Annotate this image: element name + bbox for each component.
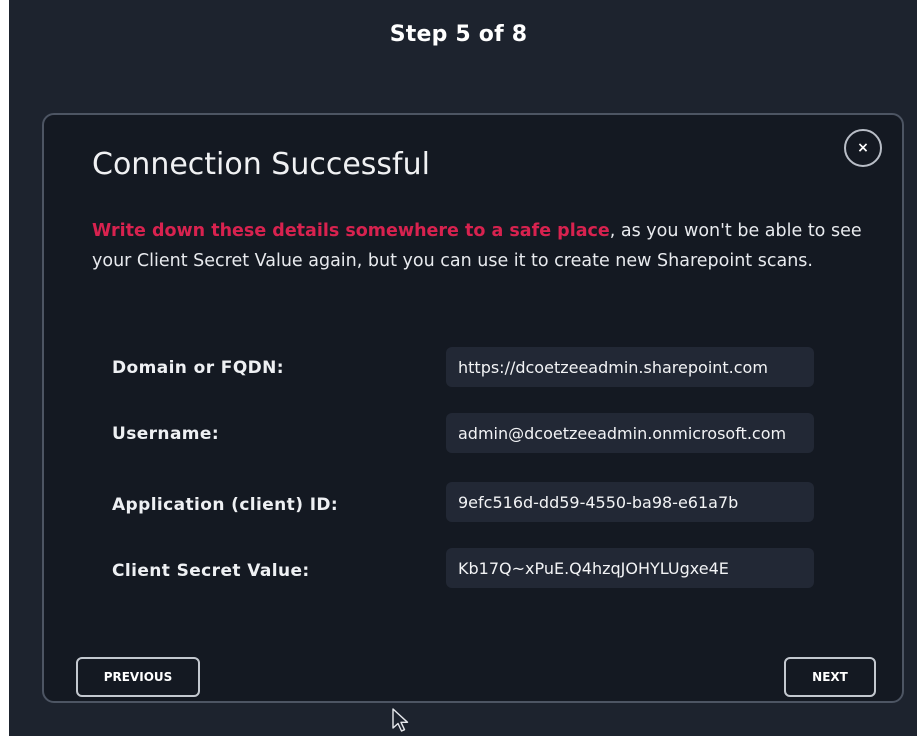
close-button[interactable]: ×: [844, 129, 882, 167]
client-id-label: Application (client) ID:: [112, 495, 339, 515]
dialog-title: Connection Successful: [92, 147, 430, 182]
connection-dialog: × Connection Successful Write down these…: [42, 113, 904, 703]
step-indicator: Step 5 of 8: [389, 22, 528, 47]
domain-field[interactable]: [446, 347, 814, 387]
next-button[interactable]: NEXT: [784, 657, 876, 697]
mouse-pointer-icon: [392, 708, 409, 732]
client-secret-field[interactable]: [446, 548, 814, 588]
client-id-field[interactable]: [446, 482, 814, 522]
username-label: Username:: [112, 424, 220, 444]
close-icon: ×: [857, 140, 869, 156]
client-secret-label: Client Secret Value:: [112, 561, 310, 581]
domain-label: Domain or FQDN:: [112, 358, 285, 378]
message-highlight: Write down these details somewhere to a …: [92, 221, 610, 241]
username-field[interactable]: [446, 413, 814, 453]
dialog-message: Write down these details somewhere to a …: [92, 216, 862, 276]
previous-button[interactable]: PREVIOUS: [76, 657, 200, 697]
